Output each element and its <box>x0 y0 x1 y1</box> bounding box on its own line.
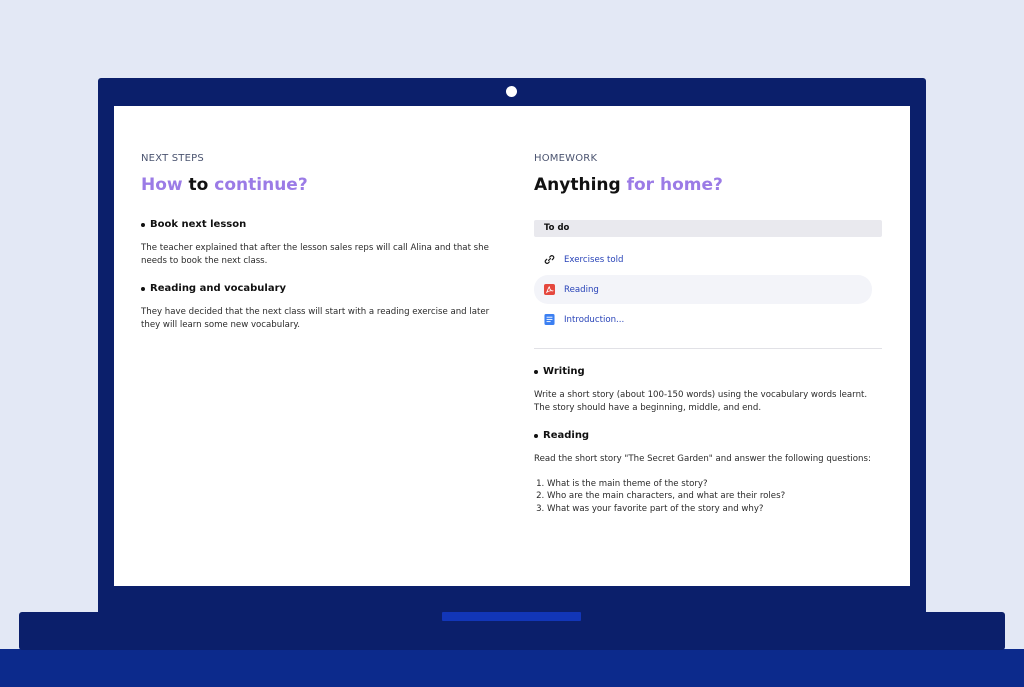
todo-item-label: Introduction... <box>564 314 625 325</box>
homework-writing: Writing Write a short story (about 100-1… <box>534 365 882 414</box>
pdf-icon <box>543 284 555 296</box>
reading-title: Reading <box>534 429 882 443</box>
homework-reading: Reading Read the short story "The Secret… <box>534 429 882 515</box>
todo-list: Exercises told Reading Introduction... <box>534 245 882 334</box>
headline-part: to <box>188 175 209 195</box>
todo-header: To do <box>534 220 882 237</box>
question-item: What was your favorite part of the story… <box>547 503 882 516</box>
homework-section: HOMEWORK Anything for home? To do Exerci… <box>534 152 882 516</box>
headline-part: Anything <box>534 175 621 195</box>
writing-text: Write a short story (about 100-150 words… <box>534 390 868 413</box>
todo-item-reading[interactable]: Reading <box>534 275 872 304</box>
headline-part: How <box>141 175 183 195</box>
reading-text: Read the short story "The Secret Garden"… <box>534 454 871 465</box>
laptop-camera <box>506 86 517 97</box>
todo-item-exercises[interactable]: Exercises told <box>534 245 872 274</box>
next-steps-headline: How to continue? <box>141 174 491 196</box>
writing-title: Writing <box>534 365 882 379</box>
question-item: Who are the main characters, and what ar… <box>547 490 882 503</box>
next-step-text: They have decided that the next class wi… <box>141 307 490 330</box>
next-steps-section: NEXT STEPS How to continue? Book next le… <box>141 152 491 331</box>
homework-headline: Anything for home? <box>534 174 882 196</box>
bottom-bar <box>0 649 1024 687</box>
next-step-text: The teacher explained that after the les… <box>141 243 489 266</box>
document-icon <box>543 314 555 326</box>
next-steps-eyebrow: NEXT STEPS <box>141 153 204 164</box>
link-icon <box>543 254 555 266</box>
next-step-item: Reading and vocabulary They have decided… <box>141 282 491 331</box>
homework-eyebrow: HOMEWORK <box>534 153 598 164</box>
next-step-title: Reading and vocabulary <box>141 282 491 296</box>
laptop-screen: NEXT STEPS How to continue? Book next le… <box>114 106 910 586</box>
todo-item-introduction[interactable]: Introduction... <box>534 305 872 334</box>
next-step-title: Book next lesson <box>141 218 491 232</box>
next-step-item: Book next lesson The teacher explained t… <box>141 218 491 267</box>
todo-item-label: Exercises told <box>564 254 624 265</box>
question-item: What is the main theme of the story? <box>547 478 882 491</box>
headline-part: for home? <box>626 175 723 195</box>
divider <box>534 348 882 349</box>
headline-part: continue? <box>214 175 308 195</box>
reading-questions: What is the main theme of the story? Who… <box>534 478 882 516</box>
todo-item-label: Reading <box>564 284 599 295</box>
trackpad-notch <box>442 612 581 621</box>
